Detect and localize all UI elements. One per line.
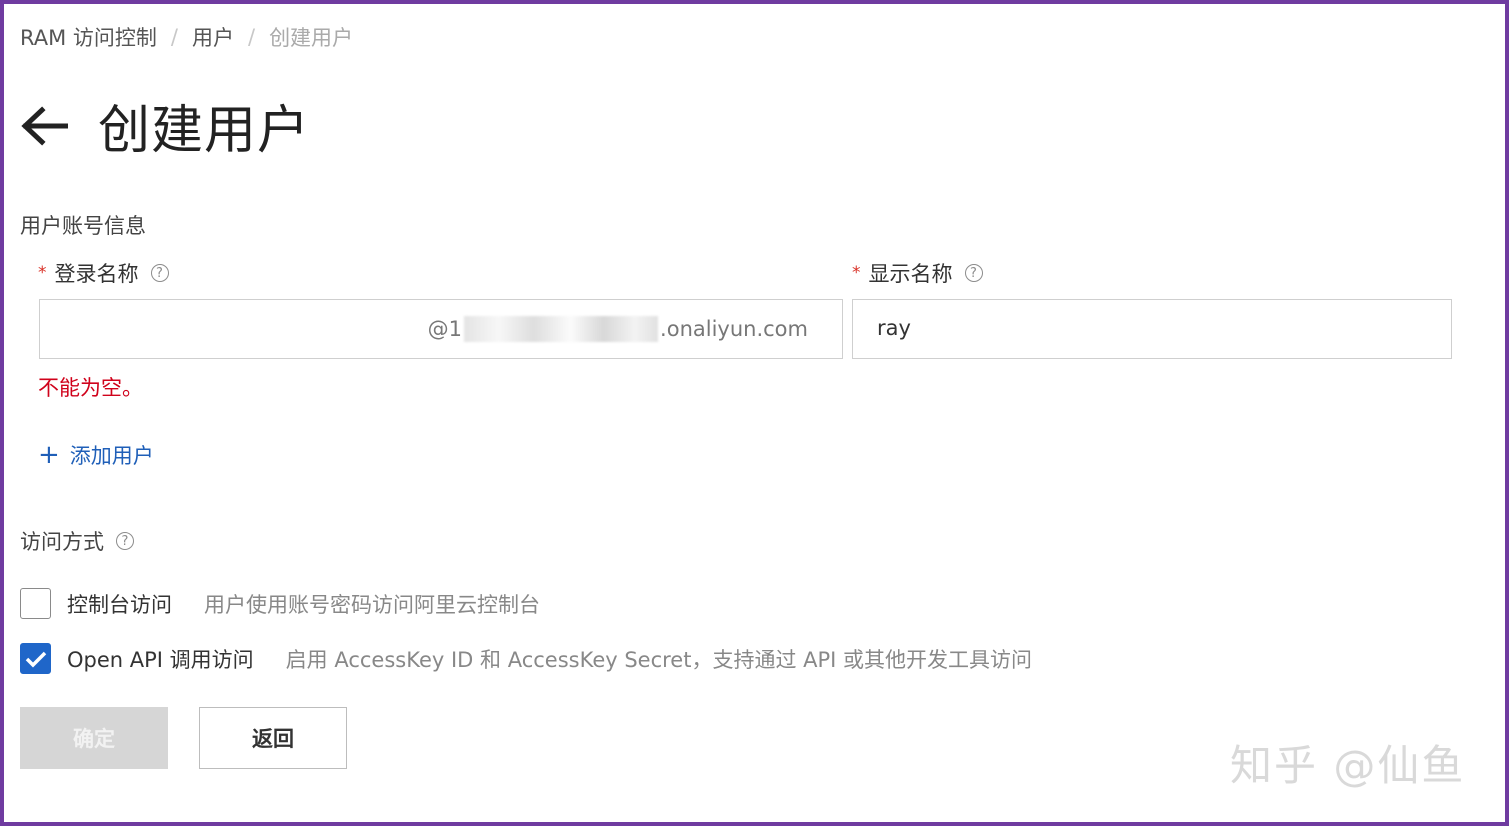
breadcrumb-separator: / — [170, 25, 178, 49]
console-access-label[interactable]: 控制台访问 — [67, 589, 172, 619]
display-name-value: ray — [877, 316, 911, 340]
back-arrow-icon[interactable] — [18, 100, 70, 152]
login-name-label-text: 登录名称 — [54, 262, 139, 286]
api-access-checkbox[interactable] — [20, 643, 51, 674]
required-mark: * — [38, 263, 47, 283]
domain-suffix: @1 .onaliyun.com — [428, 316, 808, 342]
breadcrumb-item-ram[interactable]: RAM 访问控制 — [20, 22, 157, 52]
display-name-label: * 显示名称 ? — [852, 258, 983, 288]
access-method-label: 访问方式 — [20, 530, 104, 554]
domain-suffix-end: .onaliyun.com — [660, 317, 808, 341]
api-access-description: 启用 AccessKey ID 和 AccessKey Secret，支持通过 … — [285, 647, 1033, 672]
breadcrumb-item-users[interactable]: 用户 — [192, 22, 234, 52]
login-name-input[interactable]: @1 .onaliyun.com — [39, 299, 843, 359]
section-title-account: 用户账号信息 — [20, 214, 146, 238]
redacted-mask — [464, 316, 659, 342]
breadcrumb: RAM 访问控制 / 用户 / 创建用户 — [20, 22, 353, 52]
login-name-error: 不能为空。 — [38, 376, 143, 400]
display-name-input[interactable]: ray — [852, 299, 1452, 359]
watermark: 知乎 @仙鱼 — [1230, 741, 1466, 790]
page-header: 创建用户 — [18, 88, 310, 163]
display-name-label-text: 显示名称 — [868, 262, 953, 286]
help-icon[interactable]: ? — [964, 264, 983, 282]
help-icon[interactable]: ? — [116, 532, 134, 550]
breadcrumb-separator: / — [247, 25, 256, 49]
domain-suffix-start: @1 — [427, 317, 463, 341]
checkmark-icon — [25, 651, 46, 667]
section-title-access: 访问方式 ? — [20, 526, 134, 556]
add-user-link[interactable]: + 添加用户 — [38, 440, 154, 470]
console-access-option: 控制台访问 用户使用账号密码访问阿里云控制台 — [20, 588, 540, 619]
plus-icon: + — [38, 440, 60, 470]
required-mark: * — [852, 263, 861, 283]
console-access-checkbox[interactable] — [20, 588, 51, 619]
confirm-button[interactable]: 确定 — [20, 707, 168, 769]
login-name-label: * 登录名称 ? — [38, 258, 169, 288]
add-user-label: 添加用户 — [69, 444, 154, 468]
help-icon[interactable]: ? — [150, 264, 169, 282]
page-title: 创建用户 — [98, 101, 311, 161]
api-access-option: Open API 调用访问 启用 AccessKey ID 和 AccessKe… — [20, 643, 1032, 674]
console-access-description: 用户使用账号密码访问阿里云控制台 — [204, 592, 540, 617]
breadcrumb-item-current: 创建用户 — [269, 26, 354, 50]
back-button[interactable]: 返回 — [199, 707, 347, 769]
api-access-label[interactable]: Open API 调用访问 — [67, 644, 254, 674]
